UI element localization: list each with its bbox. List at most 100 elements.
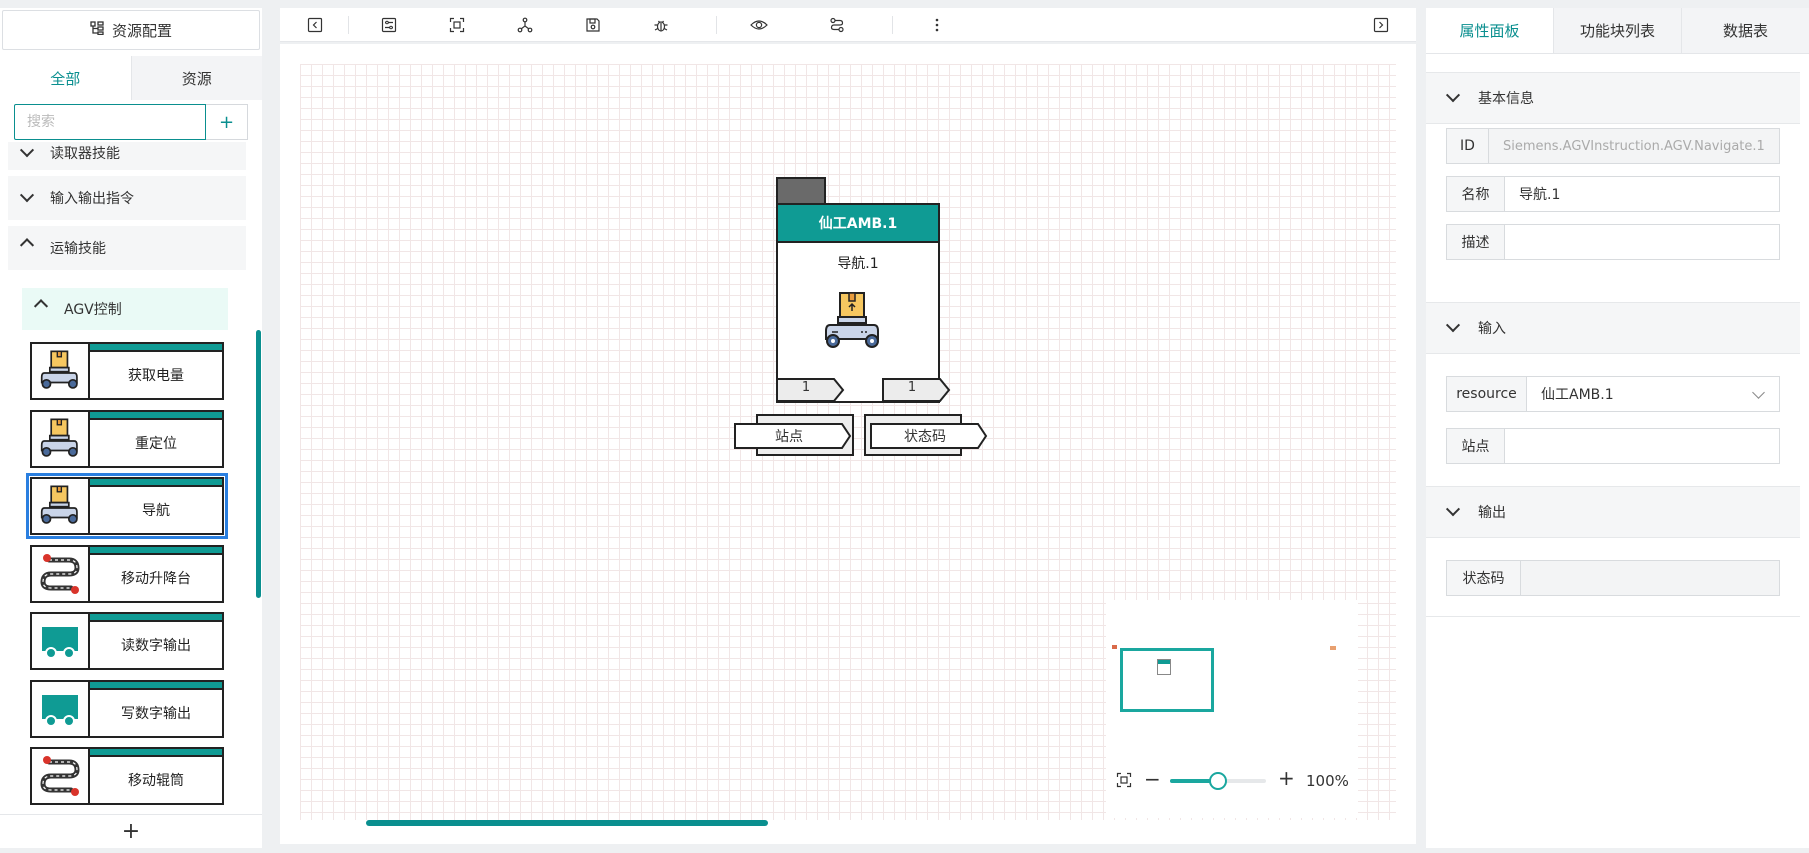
left-scrollbar[interactable] — [256, 330, 261, 598]
zoom-out-icon[interactable]: − — [1144, 767, 1161, 791]
tab-properties[interactable]: 属性面板 — [1426, 8, 1553, 53]
agv-robot-icon — [822, 291, 884, 357]
route-pin-icon — [32, 546, 90, 601]
graph-nodes-icon[interactable] — [516, 16, 534, 34]
canvas-horizontal-scrollbar[interactable] — [366, 820, 768, 826]
chevron-down-icon — [1752, 386, 1765, 399]
name-input[interactable]: 导航.1 — [1505, 177, 1779, 211]
tab-data-table[interactable]: 数据表 — [1681, 8, 1809, 53]
teal-truck-icon — [32, 614, 90, 668]
zoom-level: 100% — [1306, 772, 1349, 790]
chevron-down-icon — [19, 188, 35, 203]
settings-sliders-icon[interactable] — [380, 16, 398, 34]
field-key: resource — [1447, 377, 1527, 411]
field-key: 状态码 — [1447, 561, 1521, 595]
function-block-item[interactable]: 导航 — [26, 473, 228, 539]
site-input[interactable] — [1505, 429, 1779, 463]
search-row: + — [14, 104, 248, 140]
function-block-item[interactable]: 写数字输出 — [30, 679, 224, 738]
flow-canvas[interactable]: 仙工AMB.1 导航.1 1 1 站点 状态码 − + 100% — [280, 44, 1416, 844]
left-panel: 资源配置 全部 资源 + 读取器技能 输入输出指令 运输技能 — [0, 8, 262, 848]
right-panel: 属性面板 功能块列表 数据表 基本信息 ID Siemens.AGVInstru… — [1426, 8, 1809, 848]
resource-select[interactable]: 仙工AMB.1 — [1527, 377, 1779, 411]
agv-robot-icon — [32, 411, 90, 466]
add-button[interactable]: + — [206, 104, 248, 140]
section-basic-info[interactable]: 基本信息 — [1426, 72, 1800, 124]
flow-route-icon[interactable] — [828, 16, 846, 34]
block-list: 获取电量重定位导航移动升降台读数字输出写数字输出移动辊筒 — [8, 342, 246, 805]
category-io-instructions[interactable]: 输入输出指令 — [8, 176, 246, 220]
fit-view-icon[interactable] — [448, 16, 466, 34]
field-key: 名称 — [1447, 177, 1505, 211]
debug-bug-icon[interactable] — [652, 16, 670, 34]
bottom-add-button[interactable]: + — [0, 814, 262, 848]
block-label: 移动辊筒 — [128, 773, 184, 789]
app-root: 资源配置 全部 资源 + 读取器技能 输入输出指令 运输技能 — [0, 0, 1809, 853]
fit-view-icon[interactable] — [1116, 772, 1132, 792]
collapse-left-icon[interactable] — [306, 16, 324, 34]
field-key: 描述 — [1447, 225, 1505, 259]
preview-eye-icon[interactable] — [750, 16, 768, 34]
event-output-port[interactable]: 1 — [882, 378, 952, 402]
block-label: 重定位 — [135, 435, 177, 452]
resource-config-label: 资源配置 — [111, 21, 172, 40]
resource-select-value: 仙工AMB.1 — [1541, 387, 1614, 403]
field-name: 名称 导航.1 — [1446, 176, 1780, 212]
agv-robot-icon — [32, 479, 90, 533]
port-label: 1 — [907, 380, 917, 395]
chevron-up-icon — [33, 299, 49, 314]
block-label: 导航 — [142, 503, 170, 519]
tab-function-blocks[interactable]: 功能块列表 — [1553, 8, 1681, 53]
function-block-node[interactable]: 仙工AMB.1 导航.1 — [776, 203, 940, 403]
chevron-down-icon — [1445, 88, 1461, 103]
more-vertical-icon[interactable] — [928, 16, 946, 34]
id-value: Siemens.AGVInstruction.AGV.Navigate.1 — [1489, 129, 1779, 163]
section-title: 基本信息 — [1478, 91, 1534, 107]
canvas-toolbar — [280, 8, 1416, 42]
tab-resources[interactable]: 资源 — [130, 56, 262, 100]
zoom-in-icon[interactable]: + — [1278, 766, 1295, 790]
agv-robot-icon — [32, 344, 90, 398]
zoom-controls: − + 100% — [1106, 766, 1358, 796]
minimap-marker — [1112, 645, 1117, 649]
section-output[interactable]: 输出 — [1426, 486, 1800, 538]
teal-truck-icon — [32, 681, 90, 736]
function-block-item[interactable]: 移动辊筒 — [30, 747, 224, 805]
tab-all[interactable]: 全部 — [0, 56, 131, 100]
section-input[interactable]: 输入 — [1426, 302, 1800, 354]
output-pin-status[interactable]: 状态码 — [870, 422, 990, 462]
port-label: 1 — [801, 380, 811, 395]
function-block-item[interactable]: 获取电量 — [30, 342, 224, 400]
block-label: 读数字输出 — [121, 638, 191, 654]
function-block-item[interactable]: 重定位 — [30, 409, 224, 468]
input-pin-site[interactable]: 站点 — [734, 422, 854, 462]
category-reader-skills[interactable]: 读取器技能 — [8, 142, 246, 170]
chevron-down-icon — [19, 143, 35, 158]
category-transport-skills[interactable]: 运输技能 — [8, 226, 246, 270]
route-pin-icon — [32, 749, 90, 803]
node-title: 仙工AMB.1 — [778, 205, 938, 243]
collapse-right-icon[interactable] — [1372, 16, 1390, 34]
description-input[interactable] — [1505, 225, 1779, 259]
zoom-slider-handle[interactable] — [1209, 772, 1227, 790]
block-label: 获取电量 — [128, 368, 184, 384]
minimap-viewport[interactable] — [1120, 648, 1214, 712]
event-input-port[interactable]: 1 — [776, 378, 846, 402]
field-id: ID Siemens.AGVInstruction.AGV.Navigate.1 — [1446, 128, 1780, 164]
resource-config-button[interactable]: 资源配置 — [2, 10, 260, 50]
field-key: ID — [1447, 129, 1489, 163]
pin-label: 状态码 — [904, 429, 946, 445]
hierarchy-icon — [90, 21, 104, 39]
subcategory-agv-control[interactable]: AGV控制 — [22, 288, 228, 330]
left-tabs: 全部 资源 — [0, 56, 262, 100]
minimap-marker — [1330, 646, 1336, 650]
block-label: 写数字输出 — [121, 705, 191, 722]
right-tabs: 属性面板 功能块列表 数据表 — [1426, 8, 1809, 54]
function-block-item[interactable]: 读数字输出 — [30, 612, 224, 670]
category-label: 输入输出指令 — [50, 191, 134, 207]
save-icon[interactable] — [584, 16, 602, 34]
chevron-down-icon — [1445, 318, 1461, 333]
function-block-item[interactable]: 移动升降台 — [30, 544, 224, 603]
search-input[interactable] — [14, 104, 206, 140]
category-label: 读取器技能 — [50, 146, 120, 162]
